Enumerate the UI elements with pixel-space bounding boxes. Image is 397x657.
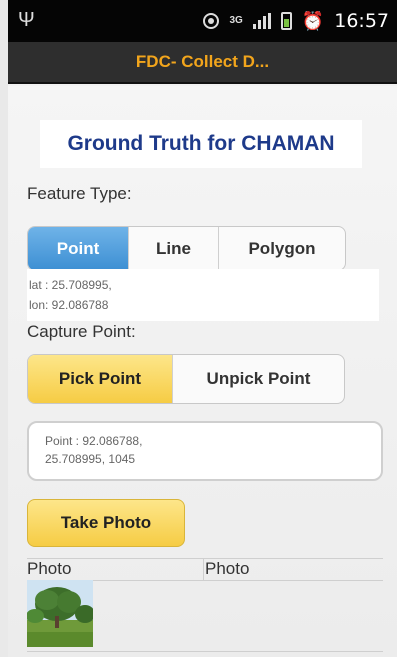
point-value-field[interactable]: Point : 92.086788, 25.708995, 1045: [27, 421, 383, 481]
signal-icon: [252, 13, 271, 29]
longitude-text: lon: 92.086788: [29, 298, 109, 312]
gps-icon: [203, 13, 220, 29]
tree-photo-image: [27, 580, 93, 647]
feature-type-selector: Point Line Polygon: [27, 226, 346, 271]
photo-table: Photo Photo: [27, 558, 383, 657]
point-value-line1: Point : 92.086788,: [45, 434, 143, 448]
phone-screen: Ψ 3G ⏰ 16:57 FDC- Collect D... Ground Tr…: [8, 0, 397, 657]
page-heading: Ground Truth for CHAMAN: [67, 132, 335, 155]
status-icons: 3G ⏰ 16:57: [203, 10, 389, 32]
feature-type-label: Feature Type:: [27, 184, 132, 203]
feature-option-line[interactable]: Line: [129, 227, 219, 270]
photo-column-header: Photo: [27, 559, 72, 578]
photo-thumbnail[interactable]: [27, 580, 93, 647]
status-bar: Ψ 3G ⏰ 16:57: [8, 0, 397, 42]
network-type-icon: 3G: [229, 15, 243, 26]
coordinates-display: lat : 25.708995, lon: 92.086788: [27, 269, 379, 321]
capture-point-selector: Pick Point Unpick Point: [27, 354, 345, 404]
page-heading-box: Ground Truth for CHAMAN: [40, 120, 362, 168]
point-value-line2: 25.708995, 1045: [45, 452, 136, 466]
form-content: Ground Truth for CHAMAN Feature Type: Po…: [8, 86, 397, 657]
unpick-point-button[interactable]: Unpick Point: [173, 355, 344, 403]
alarm-icon: ⏰: [301, 10, 325, 31]
battery-icon: [280, 12, 292, 30]
latitude-text: lat : 25.708995,: [29, 278, 112, 292]
photo-column-header: Photo: [205, 559, 250, 578]
status-time: 16:57: [334, 10, 389, 32]
pick-point-button[interactable]: Pick Point: [28, 355, 173, 403]
photo-table-bottom-rule: [27, 651, 383, 652]
app-title-bar: FDC- Collect D...: [8, 42, 397, 84]
take-photo-button[interactable]: Take Photo: [27, 499, 185, 547]
photo-column-divider: [203, 558, 204, 580]
usb-icon: Ψ: [18, 9, 35, 31]
app-title: FDC- Collect D...: [135, 52, 270, 71]
feature-option-point[interactable]: Point: [28, 227, 129, 270]
feature-option-polygon[interactable]: Polygon: [219, 227, 345, 270]
capture-point-label: Capture Point:: [27, 322, 136, 341]
